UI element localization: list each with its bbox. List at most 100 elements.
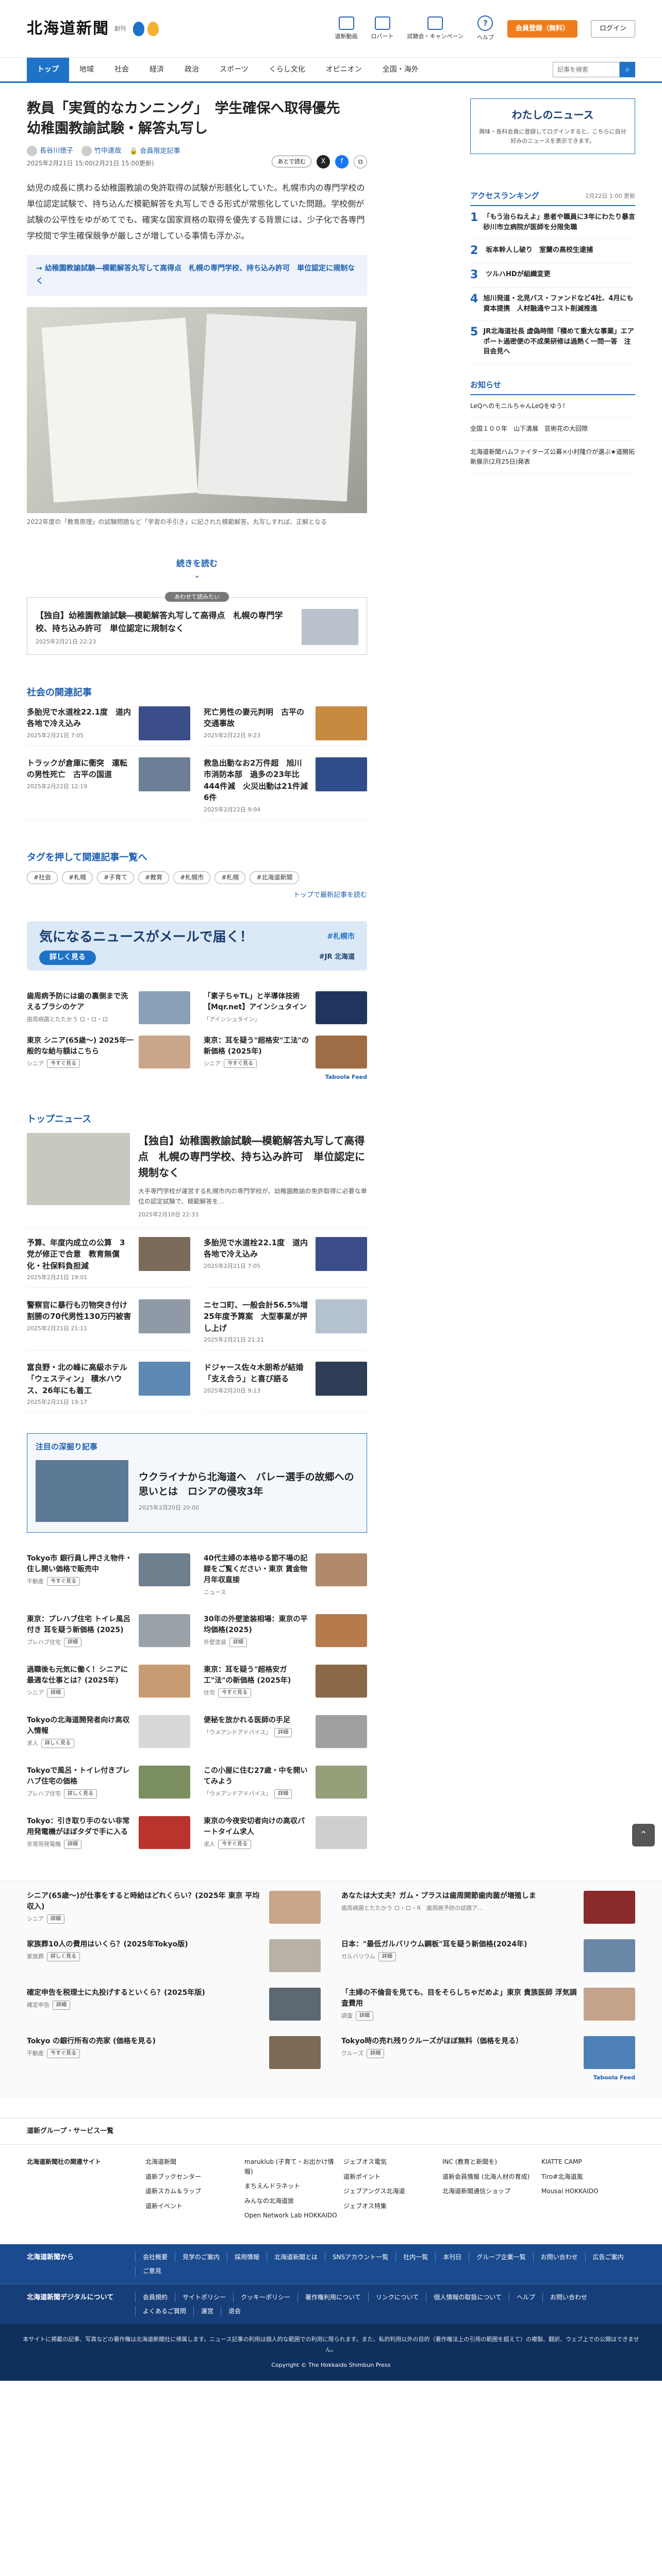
video-link[interactable]: 道新動画: [335, 16, 358, 41]
list-item[interactable]: トラックが倉庫に衝突 運転の男性死亡 古平の国道 2025年2月22日 12:19: [27, 757, 190, 820]
ad-item[interactable]: 東京の今夜安切者向けの高収パートタイム求人 求人 今すぐ見る: [204, 1816, 367, 1850]
ad-cta-button[interactable]: 詳しく見る: [41, 1739, 74, 1748]
ad-item[interactable]: 東京：プレハブ住宅 トイレ風呂 付き 耳を疑う新価格 (2025) プレハブ住宅詳…: [27, 1614, 190, 1648]
ad-cta-button[interactable]: 詳しく見る: [47, 1952, 80, 1961]
back-to-top-button[interactable]: ⌃: [632, 1824, 655, 1846]
ad-item[interactable]: 「素子ちゃTL」と半導体技術【Mqr.net】アインシュタイン 「アインシュタイン…: [204, 991, 367, 1024]
ranking-item[interactable]: 1 「もう治らねえよ」患者や職員に3年にわたり暴言 砂川市立病院が医師を分限免職: [470, 206, 642, 240]
ad-item[interactable]: Tokyoで風呂・トイレ付きプレハブ住宅の価格 プレハブ住宅 詳しく見る: [27, 1766, 190, 1799]
ad-item[interactable]: 東京 シニア(65歳～) 2025年一般的な給与額はこちら シニア 今すぐ見る: [27, 1035, 190, 1069]
ad-item[interactable]: Tokyo市 銀行員し押さえ物件・住し開い価格で販売中 不動産 今すぐ見る: [27, 1553, 190, 1597]
ad-item[interactable]: Tokyo時の売れ残りクルーズがほぼ無料（価格を見る） クルーズ 詳細: [341, 2036, 635, 2070]
ad-cta-button[interactable]: 詳細: [53, 2001, 70, 2010]
register-button[interactable]: 会員登録（無料）: [507, 20, 577, 38]
ad-item[interactable]: Tokyoの北海道開発者向け高収入情報 求人 詳しく見る: [27, 1715, 190, 1749]
nav-culture[interactable]: くらし文化: [259, 58, 316, 81]
ad-item[interactable]: 「主婦の不倫音を見ても、目をそらしちゃだめよ」東京 貴族医師 浮気調査費用 調査詳…: [341, 1988, 635, 2021]
ad-cta-button[interactable]: 今すぐ見る: [218, 1840, 251, 1849]
ad-item[interactable]: 40代主婦の本格ゆる節不場の記録をご覧ください・東京 賃金物 月年収直接 ニュース: [204, 1553, 367, 1597]
ad-cta-button[interactable]: 詳細: [274, 1728, 292, 1737]
ad-cta-button[interactable]: 詳細: [367, 2049, 385, 2058]
list-item[interactable]: 多胎児で水道栓22.1度 道内各地で冷え込み 2025年2月21日 7:05: [204, 1236, 367, 1288]
campaign-link[interactable]: 試聴会・キャンペーン: [407, 16, 464, 41]
list-item[interactable]: 予算、年度内成立の公算 3党が修正で合意 教育無償化・社保料負担減 2025年2月…: [27, 1236, 190, 1288]
ad-cta-button[interactable]: 今すぐ見る: [47, 1059, 80, 1069]
footer-link[interactable]: お問い合わせ: [542, 2293, 594, 2302]
footer-link[interactable]: クッキーポリシー: [233, 2293, 297, 2302]
footer-link[interactable]: お問い合わせ: [533, 2252, 585, 2262]
list-item[interactable]: ニセコ町、一般会計56.5%増 25年度予算案 大型事業が押し上げ 2025年2月…: [204, 1299, 367, 1350]
ranking-item[interactable]: 4 旭川発道・北見バス・ファンドなど4社、4月にも資本提携 人材融通やコスト削減推…: [470, 287, 635, 321]
ranking-item[interactable]: 5 JR北海道社長 虚偽時間「積めて重大な事業」エアポート過密便の不成果研修は過熱…: [470, 320, 635, 364]
ad-cta-button[interactable]: 詳細: [47, 1688, 64, 1698]
site-logo[interactable]: 北海道新聞: [27, 17, 109, 41]
tag-chip[interactable]: #社会: [27, 871, 58, 884]
latest-articles-link[interactable]: トップで最新記事を読む: [27, 890, 367, 901]
nav-society[interactable]: 社会: [104, 58, 139, 81]
read-later-button[interactable]: あとで読む: [272, 155, 311, 168]
tag-chip[interactable]: #札幌: [214, 871, 246, 884]
ad-cta-button[interactable]: 詳細: [274, 1789, 292, 1799]
taboola-label[interactable]: Taboola Feed: [27, 2073, 635, 2082]
search-icon[interactable]: ⌕: [620, 62, 635, 77]
footer-link[interactable]: 採用情報: [227, 2252, 267, 2262]
author-link[interactable]: 竹中達哉: [81, 146, 121, 157]
footer-link[interactable]: ご意見: [135, 2266, 169, 2276]
ad-cta-button[interactable]: 詳細: [229, 1638, 247, 1647]
read-more-button[interactable]: 続きを読む ⌄: [27, 557, 367, 581]
mail-details-button[interactable]: 詳しく見る: [39, 951, 96, 965]
tag-chip[interactable]: #札幌: [62, 871, 93, 884]
ad-item[interactable]: 便秘を放かれる医師の手足 「ウメアンドアドバイス」 詳細: [204, 1715, 367, 1749]
ad-cta-button[interactable]: 今すぐ見る: [47, 2049, 80, 2058]
footer-link[interactable]: 見学のご案内: [175, 2252, 227, 2262]
tag-chip[interactable]: #北海道新聞: [250, 871, 300, 884]
list-item[interactable]: 死亡男性の妻元判明 古平の交通事故 2025年2月22日 9:23: [204, 706, 367, 746]
footer-link[interactable]: サイトポリシー: [175, 2293, 233, 2302]
ad-cta-button[interactable]: 今すぐ見る: [224, 1059, 257, 1069]
ad-cta-button[interactable]: 詳細: [64, 1638, 81, 1647]
footer-link[interactable]: 本刊日: [435, 2252, 469, 2262]
footer-link[interactable]: 個人情報の取扱について: [426, 2293, 509, 2302]
list-item[interactable]: 警察官に暴行も刃物突き付け 割勝の70代男性130万円被害 2025年2月21日 …: [27, 1299, 190, 1350]
notice-item[interactable]: 北海道新聞ハムファイターズ公募×小村隆介が選ぶ★道開拓新展示(2月25日)発表: [470, 441, 635, 473]
footer-link[interactable]: 退会: [221, 2306, 248, 2316]
ad-cta-button[interactable]: 詳細: [64, 1840, 81, 1849]
facebook-share-icon[interactable]: f: [335, 155, 349, 168]
pickup-card[interactable]: あわせて読みたい 【独自】幼稚園教諭試験―模範解答丸写して高得点 札幌の専門学校…: [27, 591, 367, 655]
list-item[interactable]: 多胎児で水道栓22.1度 道内各地で冷え込み 2025年2月21日 7:05: [27, 706, 190, 746]
tag-chip[interactable]: #子育て: [97, 871, 135, 884]
login-button[interactable]: ログイン: [590, 20, 635, 38]
nav-politics[interactable]: 政治: [174, 58, 209, 81]
taboola-label[interactable]: Taboola Feed: [27, 1073, 367, 1081]
notice-item[interactable]: LeQへのモニルちゃんLeQをゆう！: [470, 395, 635, 418]
author-link[interactable]: 長谷川徳子: [27, 146, 73, 157]
ad-item[interactable]: 東京：耳を疑う"超格安ガ工"法"の新価格 (2025年) 住宅 今すぐ見る: [204, 1665, 367, 1698]
ad-cta-button[interactable]: 詳細: [356, 2011, 373, 2021]
nav-economy[interactable]: 経済: [139, 58, 174, 81]
ad-item[interactable]: 30年の外壁塗装相場：東京の平均価格(2025) 外壁塗装 詳細: [204, 1614, 367, 1648]
ad-item[interactable]: Tokyo：引き取り手のない非常用発電機がほぼタダで手に入る 非常用発電機 詳細: [27, 1816, 190, 1850]
deep-dive-item[interactable]: ウクライナから北海道へ バレー選手の故郷への思いとは ロシアの侵攻3年 2025…: [36, 1460, 358, 1522]
footer-link[interactable]: SNSアカウント一覧: [325, 2252, 395, 2262]
group-bar[interactable]: 道新グループ・サービス一覧: [0, 2118, 662, 2145]
tag-chip[interactable]: #札幌市: [173, 871, 211, 884]
copy-link-icon[interactable]: ⧉: [354, 155, 367, 168]
ad-item[interactable]: この小屋に住む27歳・中を開いてみよう 「ウメアンドアドバイス」 詳細: [204, 1766, 367, 1799]
nav-opinion[interactable]: オピニオン: [316, 58, 372, 81]
footer-link[interactable]: リンクについて: [368, 2293, 426, 2302]
my-news-box[interactable]: わたしのニュース 興味・各科会員に登録してログインすると、こちらに自分好みのニュ…: [470, 98, 635, 155]
robert-link[interactable]: ロバート: [371, 16, 394, 41]
search-input[interactable]: [553, 62, 620, 77]
footer-link[interactable]: よくあるご質問: [135, 2306, 193, 2316]
ad-item[interactable]: Tokyo の銀行所有の売家 (価格を見る) 不動産 今すぐ見る: [27, 2036, 321, 2070]
nav-sports[interactable]: スポーツ: [209, 58, 259, 81]
ad-item[interactable]: あなたは大丈夫？ガム・プラスは歯周関節歯肉菌が増殖しま 歯周病菌とたたかう ロ・ロ…: [341, 1891, 635, 1924]
ad-cta-button[interactable]: 詳しく見る: [64, 1789, 97, 1799]
footer-link[interactable]: 運営: [193, 2306, 221, 2316]
ad-item[interactable]: 確定申告を税理士に丸投げするといくら？(2025年版) 確定申告 詳細: [27, 1988, 321, 2021]
ad-item[interactable]: 歯周病予防には歯の裏側まで洗えるブラシのケア 歯周病菌とたたかう ロ・ロ・ロ: [27, 991, 190, 1024]
list-item[interactable]: ドジャース佐々木朗希が結婚「支え合う」と喜び語る 2025年2月20日 9:13: [204, 1361, 367, 1413]
x-share-icon[interactable]: X: [317, 155, 330, 168]
nav-world[interactable]: 全国・海外: [372, 58, 429, 81]
help-link[interactable]: ? ヘルプ: [477, 15, 494, 42]
